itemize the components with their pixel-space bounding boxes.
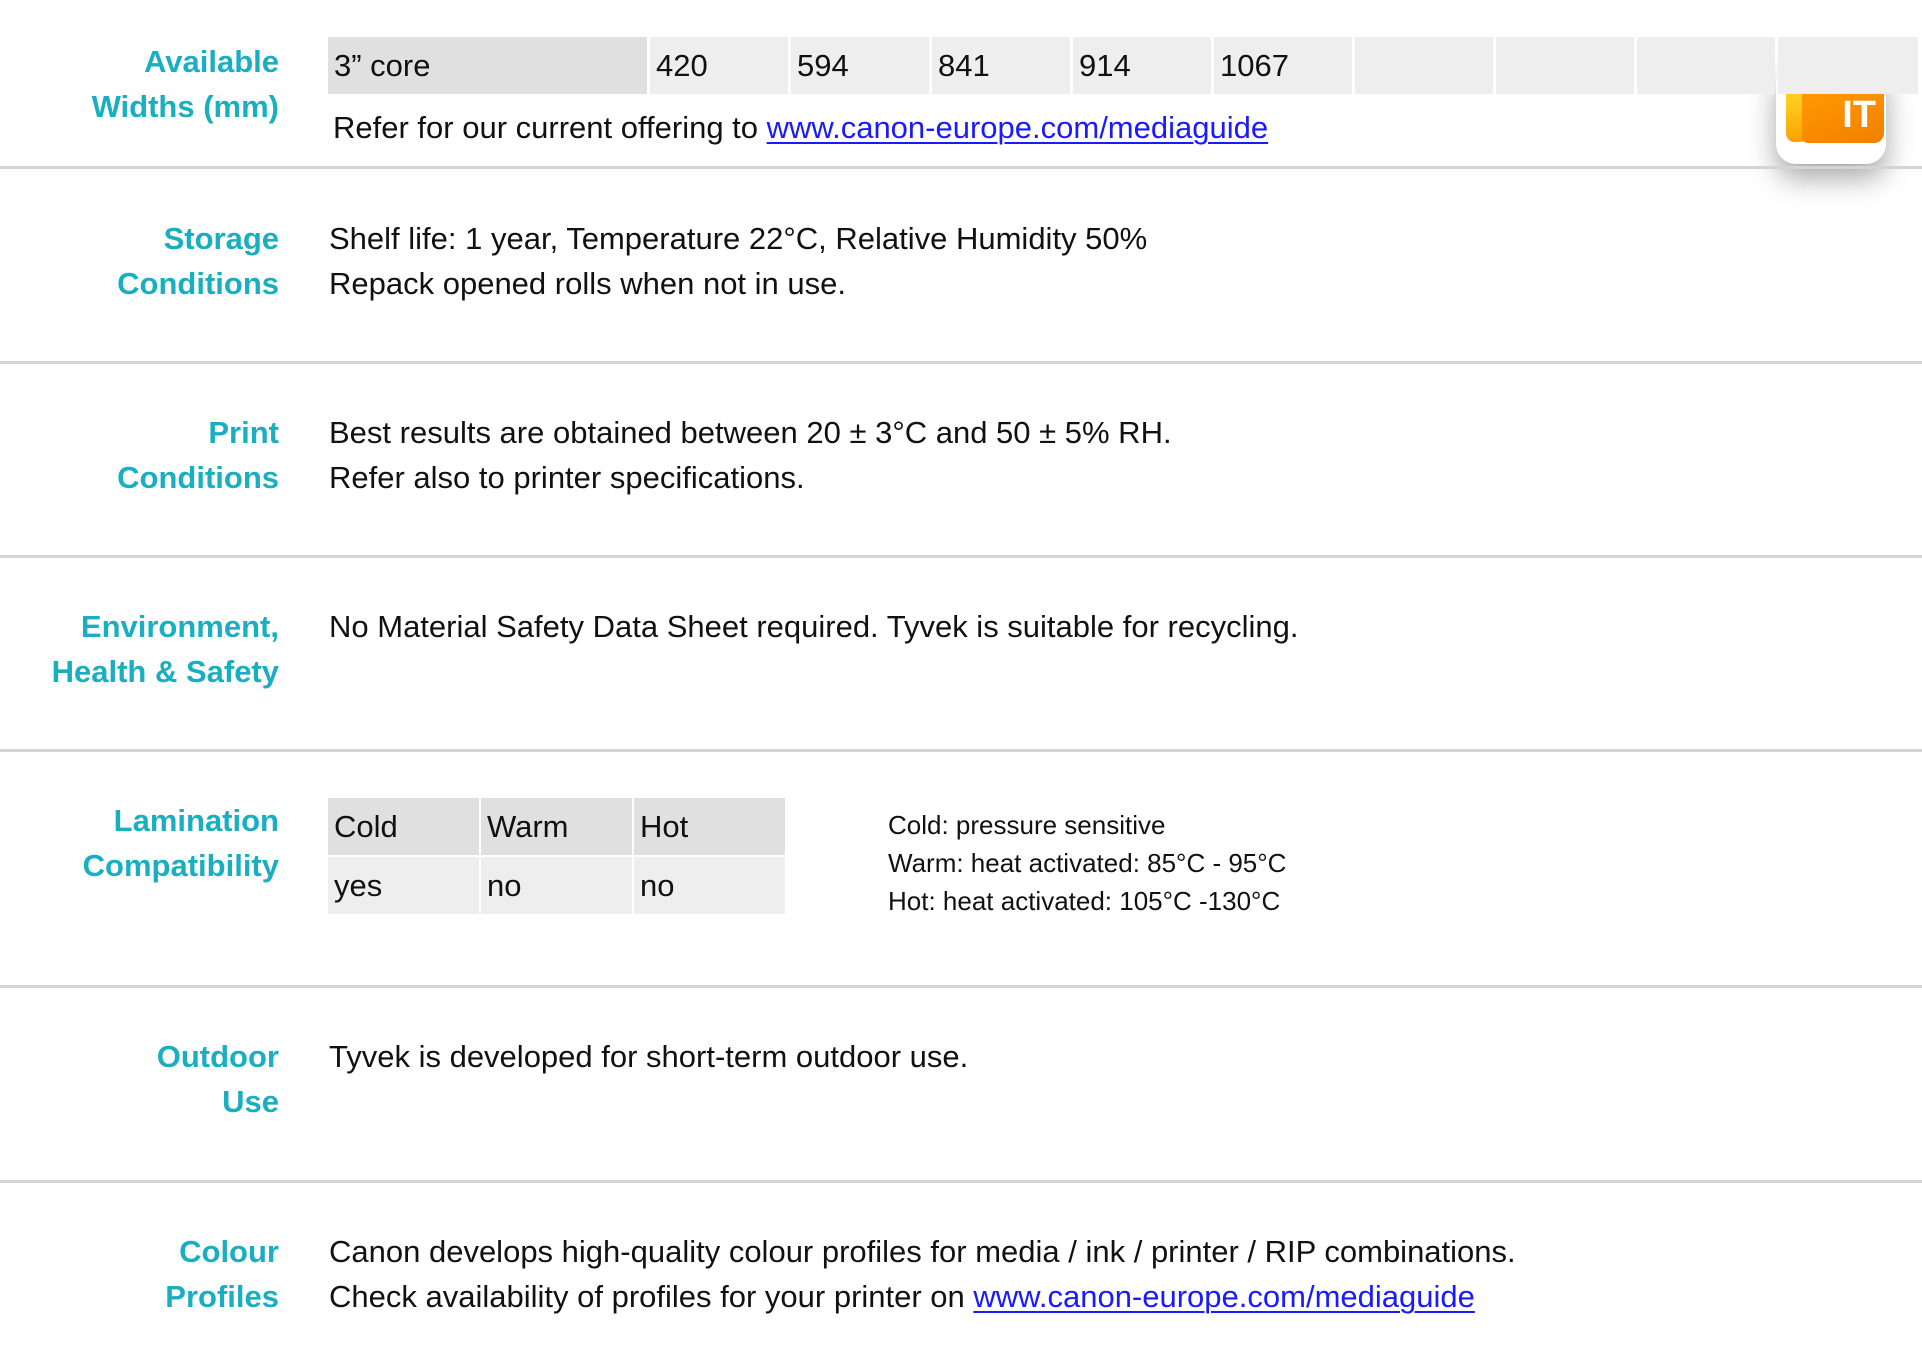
lamination-header-hot: Hot <box>634 798 785 855</box>
widths-cell: 841 <box>932 37 1070 94</box>
colour-text: Canon develops high-quality colour profi… <box>329 1229 1516 1319</box>
section-divider <box>0 555 1922 558</box>
storage-line: Shelf life: 1 year, Temperature 22°C, Re… <box>329 221 1148 256</box>
widths-table: 3” core 420 594 841 914 1067 <box>328 37 1918 94</box>
section-label-print-conditions: Print Conditions <box>117 410 279 500</box>
section-label-lamination: Lamination Compatibility <box>83 798 279 888</box>
section-label-outdoor-use: Outdoor Use <box>157 1034 279 1124</box>
widths-cell <box>1355 37 1493 94</box>
section-label-storage-conditions: Storage Conditions <box>117 216 279 306</box>
legend-line-cold: Cold: pressure sensitive <box>888 810 1166 840</box>
label-line: Profiles <box>165 1279 279 1314</box>
lamination-header-row: Cold Warm Hot <box>328 798 786 855</box>
label-line: Lamination <box>113 803 279 838</box>
legend-line-hot: Hot: heat activated: 105°C -130°C <box>888 886 1281 916</box>
label-line: Available <box>144 44 279 79</box>
widths-cell: 914 <box>1073 37 1211 94</box>
section-label-ehs: Environment, Health & Safety <box>52 604 279 694</box>
widths-cell <box>1778 37 1918 94</box>
label-line: Compatibility <box>82 848 279 883</box>
label-line: Colour <box>179 1234 279 1269</box>
label-line: Environment, <box>80 609 279 644</box>
widths-cell <box>1496 37 1634 94</box>
outdoor-text: Tyvek is developed for short-term outdoo… <box>329 1034 968 1079</box>
print-text: Best results are obtained between 20 ± 3… <box>329 410 1172 500</box>
widths-note-text: Refer for our current offering to <box>333 110 767 145</box>
ehs-text: No Material Safety Data Sheet required. … <box>329 604 1299 649</box>
label-line: Print <box>208 415 279 450</box>
colour-line: Canon develops high-quality colour profi… <box>329 1234 1516 1269</box>
lamination-value-cold: yes <box>328 857 479 914</box>
lamination-value-row: yes no no <box>328 857 786 914</box>
label-line: Widths (mm) <box>91 89 279 124</box>
storage-line: Repack opened rolls when not in use. <box>329 266 846 301</box>
label-line: Conditions <box>117 460 279 495</box>
mediaguide-link[interactable]: www.canon-europe.com/mediaguide <box>973 1279 1474 1314</box>
print-line: Best results are obtained between 20 ± 3… <box>329 415 1172 450</box>
widths-cell: 594 <box>791 37 929 94</box>
lamination-table: Cold Warm Hot yes no no <box>328 798 786 916</box>
widths-core-cell: 3” core <box>328 37 647 94</box>
section-divider <box>0 749 1922 752</box>
label-line: Conditions <box>117 266 279 301</box>
logo-text-it: IT <box>1842 94 1876 136</box>
widths-cell: 1067 <box>1214 37 1352 94</box>
section-label-colour-profiles: Colour Profiles <box>165 1229 279 1319</box>
widths-cell <box>1637 37 1775 94</box>
section-divider <box>0 166 1922 169</box>
section-label-available-widths: Available Widths (mm) <box>92 39 279 129</box>
print-line: Refer also to printer specifications. <box>329 460 805 495</box>
lamination-legend: Cold: pressure sensitive Warm: heat acti… <box>888 806 1286 920</box>
mediaguide-link[interactable]: www.canon-europe.com/mediaguide <box>767 110 1268 145</box>
colour-line: Check availability of profiles for your … <box>329 1274 1516 1319</box>
storage-text: Shelf life: 1 year, Temperature 22°C, Re… <box>329 216 1147 306</box>
section-divider <box>0 1180 1922 1183</box>
label-line: Storage <box>163 221 279 256</box>
widths-cell: 420 <box>650 37 788 94</box>
label-line: Use <box>222 1084 279 1119</box>
ehs-line: No Material Safety Data Sheet required. … <box>329 609 1299 644</box>
legend-line-warm: Warm: heat activated: 85°C - 95°C <box>888 848 1287 878</box>
section-divider <box>0 985 1922 988</box>
lamination-value-warm: no <box>481 857 632 914</box>
colour-line-text: Check availability of profiles for your … <box>329 1279 974 1314</box>
lamination-header-cold: Cold <box>328 798 479 855</box>
section-divider <box>0 361 1922 364</box>
widths-note: Refer for our current offering to www.ca… <box>333 105 1268 150</box>
label-line: Outdoor <box>156 1039 279 1074</box>
lamination-header-warm: Warm <box>481 798 632 855</box>
outdoor-line: Tyvek is developed for short-term outdoo… <box>329 1039 969 1074</box>
label-line: Health & Safety <box>51 654 279 689</box>
lamination-value-hot: no <box>634 857 785 914</box>
